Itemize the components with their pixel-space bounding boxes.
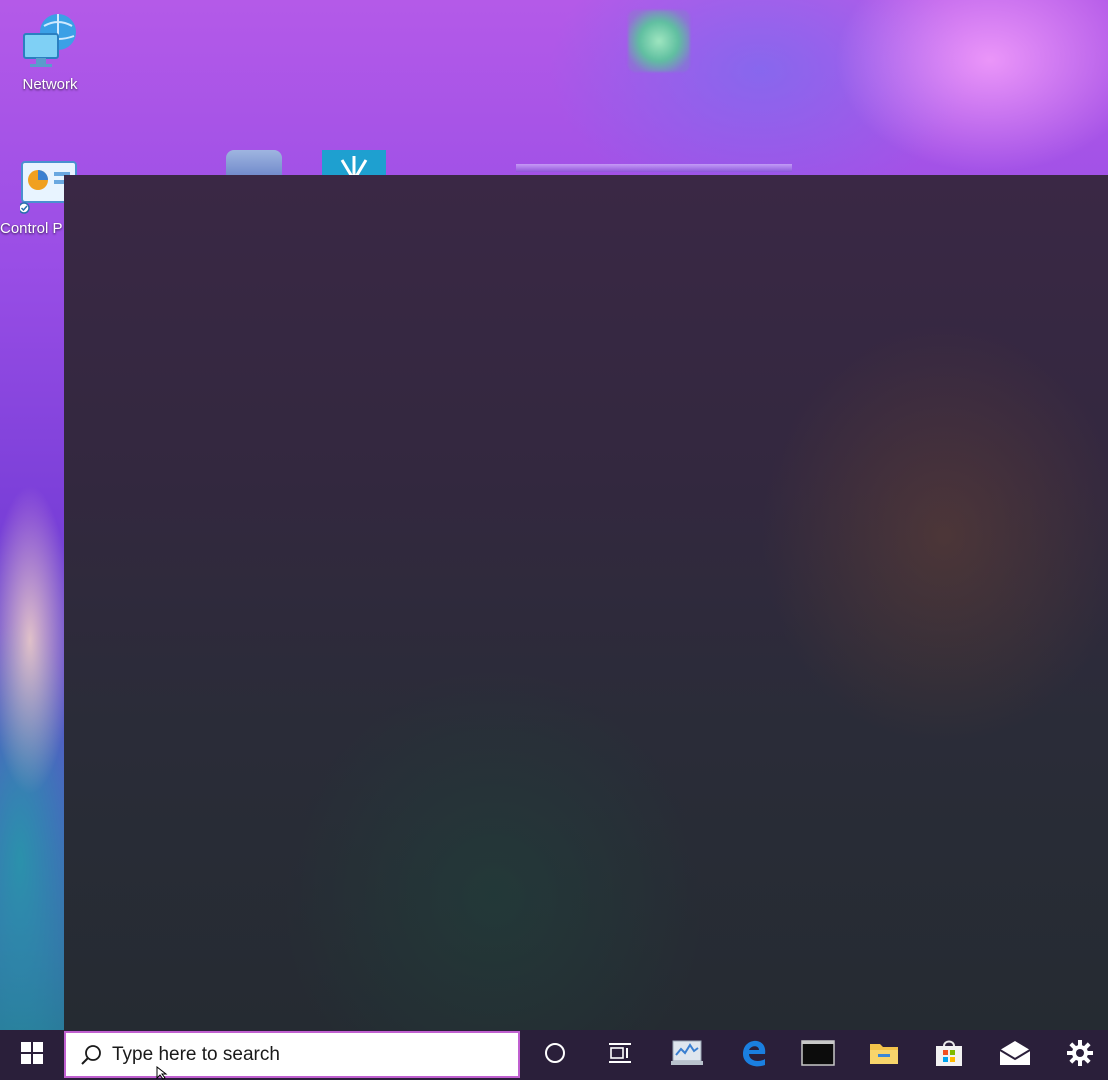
circle-icon	[544, 1042, 566, 1069]
search-icon	[80, 1044, 102, 1066]
performance-monitor-app[interactable]	[659, 1030, 715, 1080]
windows-logo-icon	[21, 1041, 43, 1069]
monitor-chart-icon	[670, 1039, 704, 1072]
desktop-icon-label: Network	[22, 76, 78, 93]
mail-app[interactable]	[987, 1030, 1043, 1080]
desktop-icon-network[interactable]: Network	[10, 12, 90, 93]
search-box[interactable]: Type here to search	[64, 1031, 520, 1078]
search-placeholder: Type here to search	[112, 1043, 280, 1065]
start-button[interactable]	[4, 1030, 60, 1080]
store-app[interactable]	[921, 1030, 977, 1080]
edge-app[interactable]	[725, 1030, 781, 1080]
terminal-icon	[801, 1039, 835, 1071]
mail-icon	[998, 1040, 1032, 1071]
wallpaper-glow	[628, 10, 690, 72]
settings-app[interactable]	[1052, 1030, 1108, 1080]
start-menu-panel	[64, 175, 1108, 1030]
command-prompt-app[interactable]	[790, 1030, 846, 1080]
task-view-icon	[608, 1042, 632, 1069]
wallpaper-haze	[516, 164, 792, 172]
cortana-button[interactable]	[527, 1030, 583, 1080]
task-view-button[interactable]	[592, 1030, 648, 1080]
gear-icon	[1067, 1039, 1093, 1071]
file-explorer-app[interactable]	[856, 1030, 912, 1080]
store-bag-icon	[933, 1038, 965, 1073]
mouse-cursor-icon	[156, 1065, 168, 1085]
edge-icon	[739, 1038, 767, 1073]
network-icon	[20, 14, 80, 74]
folder-icon	[868, 1040, 900, 1071]
